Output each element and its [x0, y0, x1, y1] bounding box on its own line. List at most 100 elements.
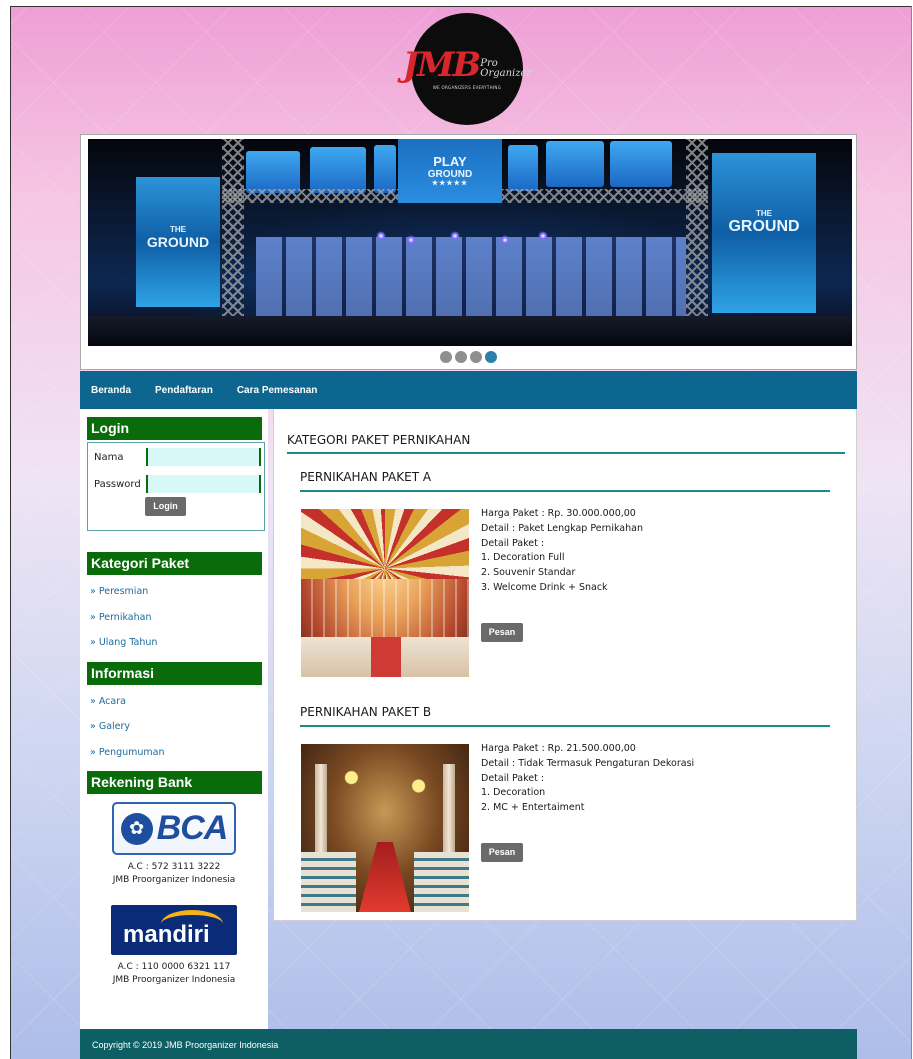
package-a-detail: Detail : Paket Lengkap Pernikahan: [481, 522, 643, 534]
package-b-details: Harga Paket : Rp. 21.500.000,00 Detail :…: [481, 742, 694, 816]
list-item: » Pernikahan: [90, 605, 268, 631]
package-a-title: PERNIKAHAN PAKET A: [300, 470, 830, 492]
banner-right: THE GROUND: [712, 153, 816, 313]
package-a-detail-heading: Detail Paket :: [481, 537, 545, 549]
stage-screen: [246, 151, 300, 193]
slide-image-stage: THE GROUND THE GROUND PLAY GROUND ★★★★★: [88, 139, 852, 346]
package-b-price: Harga Paket : Rp. 21.500.000,00: [481, 743, 636, 754]
package-a-item: 2. Souvenir Standar: [481, 567, 576, 579]
stage-light: [500, 235, 510, 245]
name-input[interactable]: [146, 448, 261, 466]
nav-beranda[interactable]: Beranda: [91, 385, 131, 396]
informasi-link-pengumuman[interactable]: » Pengumuman: [90, 747, 165, 758]
sign-bottom-text: GROUND: [427, 168, 473, 180]
banner-left-bottom-text: GROUND: [146, 234, 210, 250]
mandiri-account-holder: JMB Proorganizer Indonesia: [112, 975, 236, 985]
package-a-image: [301, 509, 469, 677]
stage-light: [406, 235, 416, 245]
image-chairs: [301, 852, 356, 912]
kategori-link-pernikahan[interactable]: » Pernikahan: [90, 612, 152, 623]
banner-left-top-text: THE: [170, 225, 186, 234]
list-item: » Peresmian: [90, 579, 268, 605]
login-name-row: Nama: [94, 448, 261, 466]
package-b-title: PERNIKAHAN PAKET B: [300, 705, 830, 727]
package-a-details: Harga Paket : Rp. 30.000.000,00 Detail :…: [481, 507, 643, 596]
logo-side-text: Pro Organizer: [480, 59, 531, 79]
bca-logo: ✿ BCA: [112, 802, 236, 855]
logo-tagline: WE ORGANIZERS EVERYTHING: [432, 85, 502, 90]
slider-dot[interactable]: [440, 351, 452, 363]
informasi-heading: Informasi: [87, 661, 262, 685]
image-chairs: [414, 852, 469, 912]
bca-logo-text: BCA: [156, 809, 229, 847]
login-form: Nama Password Login: [87, 442, 265, 531]
page-frame: JMB Pro Organizer WE ORGANIZERS EVERYTHI…: [10, 6, 912, 1059]
slider-dot[interactable]: [455, 351, 467, 363]
pesan-button-b[interactable]: Pesan: [481, 843, 523, 862]
slider-pagination: [81, 351, 856, 363]
package-a-item: 1. Decoration Full: [481, 552, 565, 564]
name-label: Nama: [94, 451, 124, 463]
bank-account-info: A.C : 572 3111 3222 JMB Proorganizer Ind…: [80, 861, 268, 887]
stage-light: [450, 231, 460, 241]
main-content: KATEGORI PAKET PERNIKAHAN PERNIKAHAN PAK…: [273, 409, 857, 921]
image-slider: THE GROUND THE GROUND PLAY GROUND ★★★★★: [80, 134, 857, 370]
nav-cara-pemesanan[interactable]: Cara Pemesanan: [237, 385, 318, 396]
list-item: » Pengumuman: [90, 740, 268, 766]
bank-account-info: A.C : 110 0000 6321 117 JMB Proorganizer…: [80, 961, 268, 987]
package-b-item: 1. Decoration: [481, 787, 546, 799]
stage-screen: [374, 145, 396, 193]
stage-floor: [88, 316, 852, 346]
package-b-detail-heading: Detail Paket :: [481, 772, 545, 784]
stage-light: [376, 231, 386, 241]
stage-screen: [610, 141, 672, 187]
login-button[interactable]: Login: [145, 497, 186, 516]
rekening-heading: Rekening Bank: [87, 771, 262, 794]
login-password-row: Password: [94, 475, 261, 493]
banner-right-bottom-text: GROUND: [728, 218, 800, 235]
stage-truss: [222, 139, 244, 346]
sign-top-text: PLAY: [433, 153, 467, 169]
main-nav: Beranda Pendaftaran Cara Pemesanan: [80, 371, 857, 409]
kategori-link-peresmian[interactable]: » Peresmian: [90, 586, 148, 597]
bca-emblem-icon: ✿: [120, 812, 153, 845]
pesan-button-a[interactable]: Pesan: [481, 623, 523, 642]
image-aisle: [359, 842, 411, 912]
password-input[interactable]: [146, 475, 261, 493]
slider-dot[interactable]: [470, 351, 482, 363]
package-a-price: Harga Paket : Rp. 30.000.000,00: [481, 508, 636, 519]
site-logo[interactable]: JMB Pro Organizer WE ORGANIZERS EVERYTHI…: [403, 13, 531, 125]
password-label: Password: [94, 478, 141, 490]
stage-screen: [546, 141, 604, 187]
logo-mark: JMB Pro Organizer: [403, 48, 531, 82]
slider-dot-active[interactable]: [485, 351, 497, 363]
informasi-link-galery[interactable]: » Galery: [90, 721, 130, 732]
stage-screen: [310, 147, 366, 193]
package-a-item: 3. Welcome Drink + Snack: [481, 581, 608, 593]
login-heading: Login: [87, 417, 262, 440]
bca-account-number: A.C : 572 3111 3222: [127, 862, 221, 872]
mandiri-account-number: A.C : 110 0000 6321 117: [117, 962, 231, 972]
list-item: » Galery: [90, 714, 268, 740]
informasi-list: » Acara » Galery » Pengumuman: [90, 689, 268, 766]
package-b-image: [301, 744, 469, 912]
kategori-link-ulang-tahun[interactable]: » Ulang Tahun: [90, 637, 157, 648]
image-drape: [301, 509, 469, 579]
mandiri-logo: mandiri: [111, 905, 237, 955]
package-b-item: 2. MC + Entertaiment: [481, 802, 585, 814]
list-item: » Ulang Tahun: [90, 630, 268, 656]
stage-truss: [686, 139, 708, 346]
page-title: KATEGORI PAKET PERNIKAHAN: [287, 433, 845, 454]
bca-account-holder: JMB Proorganizer Indonesia: [112, 875, 236, 885]
banner-right-top-text: THE: [756, 209, 772, 218]
sidebar: Login Nama Password Login Kategori Paket…: [80, 409, 268, 1029]
mandiri-logo-text: mandiri: [123, 921, 210, 948]
kategori-list: » Peresmian » Pernikahan » Ulang Tahun: [90, 579, 268, 656]
copyright-text: Copyright © 2019 JMB Proorganizer Indone…: [92, 1039, 279, 1050]
footer: Copyright © 2019 JMB Proorganizer Indone…: [80, 1029, 857, 1059]
stage-screen: [508, 145, 538, 191]
informasi-link-acara[interactable]: » Acara: [90, 696, 126, 707]
nav-pendaftaran[interactable]: Pendaftaran: [155, 385, 213, 396]
bank-bca: ✿ BCA A.C : 572 3111 3222 JMB Proorganiz…: [80, 802, 268, 887]
sign-stars: ★★★★★: [431, 179, 469, 187]
